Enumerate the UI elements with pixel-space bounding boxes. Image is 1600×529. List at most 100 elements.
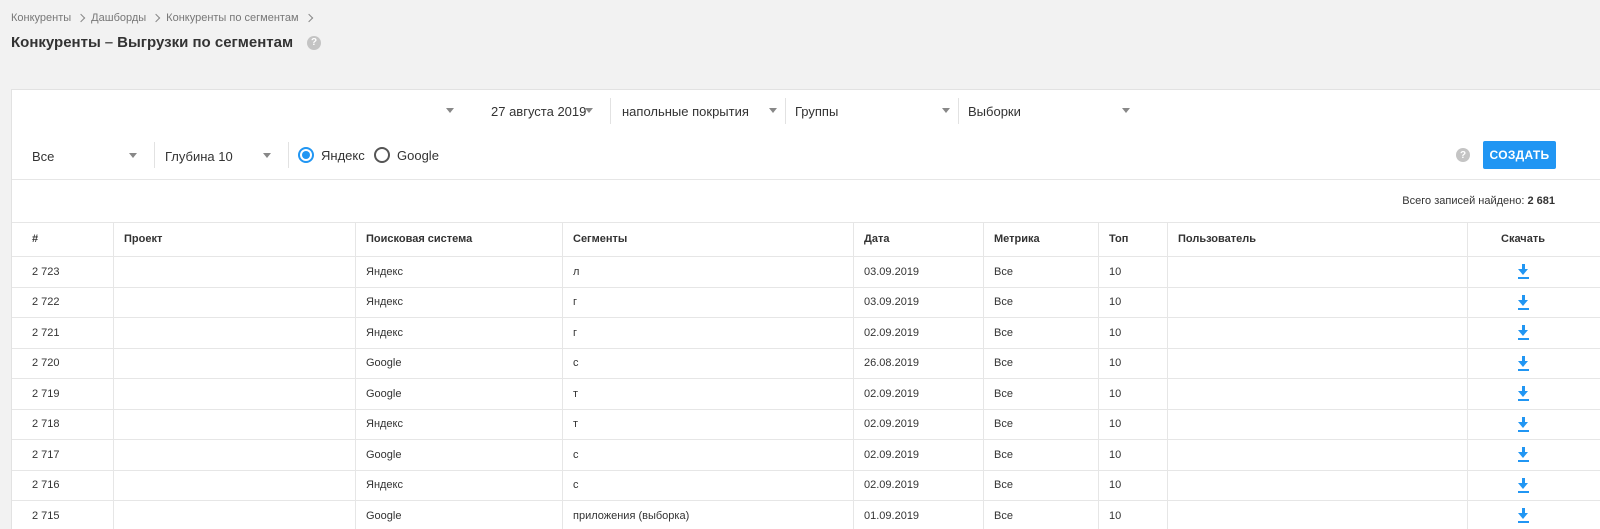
cell-date: 01.09.2019 xyxy=(854,501,984,529)
cell-id: 2 719 xyxy=(12,379,114,409)
cell-download xyxy=(1468,440,1578,470)
column-header-segments[interactable]: Сегменты xyxy=(563,222,854,256)
cell-id: 2 718 xyxy=(12,409,114,439)
cell-metric: Все xyxy=(984,470,1099,500)
cell-project xyxy=(114,501,356,529)
cell-user xyxy=(1168,257,1468,287)
cell-date: 02.09.2019 xyxy=(854,440,984,470)
cell-metric: Все xyxy=(984,501,1099,529)
cell-user xyxy=(1168,409,1468,439)
cell-user xyxy=(1168,287,1468,317)
breadcrumb-item-dashboards[interactable]: Дашборды xyxy=(91,12,146,24)
groups-select-value: Группы xyxy=(795,103,839,119)
cell-top: 10 xyxy=(1099,348,1168,378)
download-icon[interactable] xyxy=(1517,477,1529,493)
depth-select[interactable]: Глубина 10 xyxy=(165,145,279,167)
help-icon[interactable]: ? xyxy=(307,35,322,50)
table-row: 2 715 Google приложения (выборка) 01.09.201… xyxy=(12,501,1600,529)
chevron-down-icon xyxy=(1122,108,1130,113)
page-title-dash: – xyxy=(104,34,114,51)
chevron-down-icon xyxy=(263,153,271,158)
cell-id: 2 720 xyxy=(12,348,114,378)
cell-id: 2 722 xyxy=(12,287,114,317)
chevron-right-icon xyxy=(151,13,161,23)
groups-select[interactable]: Группы xyxy=(795,100,958,122)
cell-download xyxy=(1468,410,1578,440)
cell-metric: Все xyxy=(984,348,1099,378)
cell-engine: Яндекс xyxy=(356,287,563,317)
total-records-value: 2 681 xyxy=(1527,195,1555,207)
download-icon[interactable] xyxy=(1517,355,1529,371)
cell-top: 10 xyxy=(1099,318,1168,348)
download-icon[interactable] xyxy=(1517,447,1529,463)
cell-date: 02.09.2019 xyxy=(854,470,984,500)
cell-engine: Google xyxy=(356,348,563,378)
cell-segment: приложения (выборка) xyxy=(563,501,854,529)
cell-project xyxy=(114,409,356,439)
cell-id: 2 723 xyxy=(12,257,114,287)
cell-download xyxy=(1468,288,1578,318)
column-header-user[interactable]: Пользователь xyxy=(1168,222,1468,256)
divider xyxy=(610,98,611,124)
cell-download xyxy=(1468,257,1578,287)
engine-radio-yandex-label: Яндекс xyxy=(321,147,365,163)
cell-top: 10 xyxy=(1099,287,1168,317)
chevron-down-icon xyxy=(446,108,454,113)
cell-segment: с xyxy=(563,470,854,500)
download-icon[interactable] xyxy=(1517,416,1529,432)
scope-select[interactable]: Все xyxy=(32,145,145,167)
cell-download xyxy=(1468,379,1578,409)
cell-top: 10 xyxy=(1099,409,1168,439)
radio-checked-icon xyxy=(298,147,314,163)
column-header-top[interactable]: Топ xyxy=(1099,222,1168,256)
download-icon[interactable] xyxy=(1517,386,1529,402)
create-button[interactable]: СОЗДАТЬ xyxy=(1483,141,1556,169)
cell-metric: Все xyxy=(984,379,1099,409)
cell-segment: г xyxy=(563,318,854,348)
date-select-value: 27 августа 2019 xyxy=(491,103,587,119)
column-header-engine[interactable]: Поисковая система xyxy=(356,222,563,256)
table-row: 2 719 Google т 02.09.2019 Все 10 xyxy=(12,379,1600,410)
cell-project xyxy=(114,348,356,378)
date-select[interactable]: 27 августа 2019 xyxy=(491,100,601,122)
download-icon[interactable] xyxy=(1517,264,1529,280)
cell-download xyxy=(1468,471,1578,501)
cell-metric: Все xyxy=(984,318,1099,348)
cell-metric: Все xyxy=(984,440,1099,470)
cell-project xyxy=(114,287,356,317)
cell-metric: Все xyxy=(984,257,1099,287)
column-header-download: Скачать xyxy=(1501,233,1545,245)
table-row: 2 722 Яндекс г 03.09.2019 Все 10 xyxy=(12,287,1600,318)
table-row: 2 718 Яндекс т 02.09.2019 Все 10 xyxy=(12,409,1600,440)
total-records-label: Всего записей найдено: xyxy=(1402,195,1525,207)
column-header-metric[interactable]: Метрика xyxy=(984,222,1099,256)
cell-top: 10 xyxy=(1099,501,1168,529)
radio-unchecked-icon xyxy=(374,147,390,163)
cell-segment: т xyxy=(563,409,854,439)
divider xyxy=(154,142,155,168)
cell-date: 03.09.2019 xyxy=(854,257,984,287)
column-header-project[interactable]: Проект xyxy=(114,222,356,256)
help-icon[interactable]: ? xyxy=(1456,148,1470,162)
category-select[interactable]: напольные покрытия xyxy=(622,100,785,122)
cell-date: 02.09.2019 xyxy=(854,379,984,409)
engine-radio-google[interactable]: Google xyxy=(374,147,439,163)
column-header-date[interactable]: Дата xyxy=(854,222,984,256)
download-icon[interactable] xyxy=(1517,508,1529,524)
column-header-id[interactable]: # xyxy=(12,222,114,256)
cell-segment: т xyxy=(563,379,854,409)
breadcrumb-item-segments[interactable]: Конкуренты по сегментам xyxy=(166,12,298,24)
engine-radio-yandex[interactable]: Яндекс xyxy=(298,147,365,163)
table-body: 2 723 Яндекс л 03.09.2019 Все 10 2 722 Яндекс г 0… xyxy=(12,257,1600,529)
table-row: 2 717 Google с 02.09.2019 Все 10 xyxy=(12,440,1600,471)
table-header: # Проект Поисковая система Сегменты Дата… xyxy=(12,222,1600,257)
cell-engine: Яндекс xyxy=(356,318,563,348)
samples-select[interactable]: Выборки xyxy=(968,100,1138,122)
download-icon[interactable] xyxy=(1517,294,1529,310)
breadcrumb-item-competitors[interactable]: Конкуренты xyxy=(11,12,71,24)
cell-engine: Яндекс xyxy=(356,409,563,439)
download-icon[interactable] xyxy=(1517,325,1529,341)
cell-download xyxy=(1468,349,1578,379)
breadcrumb: Конкуренты Дашборды Конкуренты по сегмен… xyxy=(11,12,319,24)
period-select[interactable] xyxy=(442,100,462,122)
